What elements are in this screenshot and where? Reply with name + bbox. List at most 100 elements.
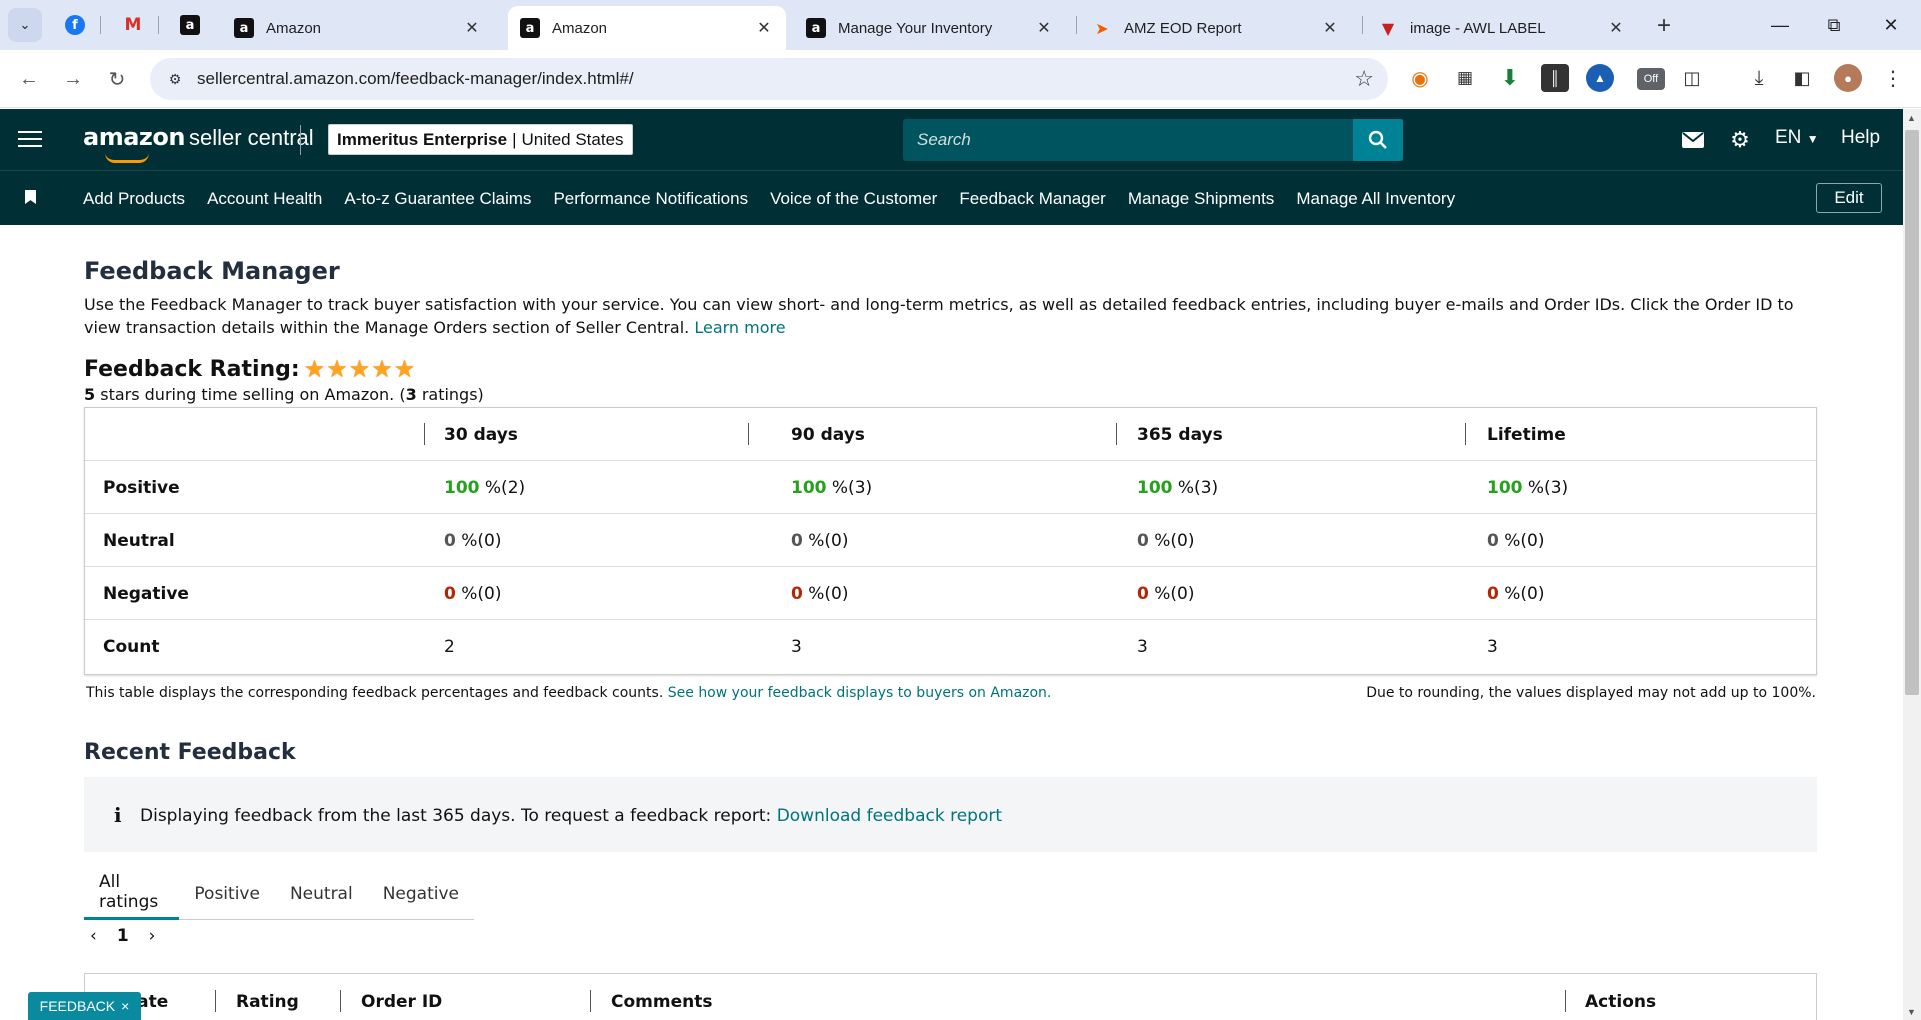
stars-description: 5 stars during time selling on Amazon. (… xyxy=(84,385,484,404)
metric-cell: 0 %(0) xyxy=(1137,514,1194,567)
tab-search-button[interactable]: ⌄ xyxy=(8,8,42,42)
tab-positive[interactable]: Positive xyxy=(179,867,275,920)
intro-text: Use the Feedback Manager to track buyer … xyxy=(84,293,1818,339)
logo-product: seller central xyxy=(188,125,314,150)
browser-tab-active[interactable]: a Amazon ✕ xyxy=(508,6,786,50)
nav-voice-of-customer[interactable]: Voice of the Customer xyxy=(770,189,937,209)
tab-negative[interactable]: Negative xyxy=(368,867,474,920)
browser-tab[interactable]: a Amazon ✕ xyxy=(222,6,494,50)
metrics-note-text: This table displays the corresponding fe… xyxy=(86,685,664,701)
nav-feedback-manager[interactable]: Feedback Manager xyxy=(959,189,1105,209)
metric-cell: 0 %(0) xyxy=(791,567,848,620)
tab-title: Amazon xyxy=(266,19,322,37)
account-switcher[interactable]: Immeritus Enterprise | United States xyxy=(328,124,633,155)
mail-icon[interactable] xyxy=(1680,127,1706,153)
close-icon[interactable]: ✕ xyxy=(462,18,482,38)
metric-pct: 100 xyxy=(1137,477,1173,498)
amazon-seller-central-logo[interactable]: amazon seller central xyxy=(83,123,314,163)
col-rating[interactable]: Rating xyxy=(236,992,299,1012)
profile-avatar[interactable]: ● xyxy=(1834,64,1862,92)
browser-tab[interactable]: a Manage Your Inventory ✕ xyxy=(794,6,1066,50)
forward-arrow-icon[interactable]: → xyxy=(58,64,88,94)
pinned-tab-amazon[interactable]: a xyxy=(177,12,203,38)
download-arrow-extension-icon[interactable]: ⬇ xyxy=(1496,64,1524,92)
scroll-up-arrow-icon[interactable]: ▲ xyxy=(1907,113,1916,123)
back-arrow-icon[interactable]: ← xyxy=(14,64,44,94)
bookmark-icon[interactable] xyxy=(25,190,36,204)
metric-cell: 0 %(0) xyxy=(1487,567,1544,620)
nav-account-health[interactable]: Account Health xyxy=(207,189,322,209)
browser-menu-icon[interactable]: ⋮ xyxy=(1879,64,1907,92)
settings-gear-icon[interactable]: ⚙ xyxy=(1727,127,1753,153)
close-icon[interactable]: ✕ xyxy=(1606,18,1626,38)
amazon-smile-icon xyxy=(105,153,149,163)
row-label: Neutral xyxy=(103,530,175,551)
chevron-down-icon: ⌄ xyxy=(19,17,31,32)
col-comments[interactable]: Comments xyxy=(611,992,712,1012)
pinned-tab-facebook[interactable]: f xyxy=(62,12,88,38)
site-info-icon[interactable]: ⚙ xyxy=(164,68,186,90)
col-actions[interactable]: Actions xyxy=(1585,992,1656,1012)
feedback-display-link[interactable]: See how your feedback displays to buyers… xyxy=(668,685,1052,701)
browser-toolbar: ← → ↻ ⚙ sellercentral.amazon.com/feedbac… xyxy=(0,50,1921,108)
feedback-widget-button[interactable]: FEEDBACK × xyxy=(28,992,141,1020)
info-icon: i xyxy=(114,803,122,827)
tab-neutral[interactable]: Neutral xyxy=(275,867,368,920)
search-button[interactable] xyxy=(1353,119,1403,161)
new-tab-button[interactable]: + xyxy=(1650,12,1678,40)
chevron-right-icon[interactable]: › xyxy=(149,926,156,946)
language-code: EN xyxy=(1775,127,1802,148)
puzzle-extensions-icon[interactable]: ◫ xyxy=(1678,64,1706,92)
rounding-note: Due to rounding, the values displayed ma… xyxy=(1366,685,1816,701)
side-panel-icon[interactable]: ◧ xyxy=(1788,64,1816,92)
hamburger-menu-icon[interactable] xyxy=(18,128,42,150)
help-link[interactable]: Help xyxy=(1841,127,1880,149)
metric-cell: 0 %(0) xyxy=(444,514,501,567)
page-number[interactable]: 1 xyxy=(117,926,129,946)
nav-links: Add Products Account Health A-to-z Guara… xyxy=(83,189,1455,209)
downloads-icon[interactable]: ⤓ xyxy=(1745,64,1773,92)
bookmark-star-icon[interactable]: ☆ xyxy=(1354,66,1374,92)
column-separator xyxy=(1116,423,1117,445)
chart-extension-icon[interactable]: ▲ xyxy=(1586,64,1614,92)
learn-more-link[interactable]: Learn more xyxy=(694,318,785,337)
nav-performance-notifications[interactable]: Performance Notifications xyxy=(553,189,748,209)
nav-manage-all-inventory[interactable]: Manage All Inventory xyxy=(1296,189,1455,209)
qr-code-icon[interactable]: ▦ xyxy=(1451,64,1479,92)
close-icon[interactable]: ✕ xyxy=(754,18,774,38)
search-icon xyxy=(1368,130,1387,149)
scrollbar-thumb[interactable] xyxy=(1905,130,1919,695)
red-v-icon: ▼ xyxy=(1381,18,1395,38)
address-bar[interactable]: ⚙ sellercentral.amazon.com/feedback-mana… xyxy=(150,58,1388,100)
close-icon[interactable]: × xyxy=(121,998,129,1014)
close-icon[interactable]: ✕ xyxy=(1320,18,1340,38)
columns-extension-icon[interactable]: ║ xyxy=(1541,64,1569,92)
nav-manage-shipments[interactable]: Manage Shipments xyxy=(1128,189,1274,209)
download-feedback-report-link[interactable]: Download feedback report xyxy=(777,806,1002,826)
col-order-id[interactable]: Order ID xyxy=(361,992,442,1012)
edit-nav-button[interactable]: Edit xyxy=(1816,183,1882,213)
scroll-down-arrow-icon[interactable]: ▼ xyxy=(1907,1007,1916,1017)
reload-icon[interactable]: ↻ xyxy=(102,64,132,94)
restore-button[interactable]: ⧉ xyxy=(1811,8,1857,42)
close-icon[interactable]: ✕ xyxy=(1034,18,1054,38)
metric-count: %(3) xyxy=(1527,477,1569,498)
chevron-left-icon[interactable]: ‹ xyxy=(90,926,97,946)
pinned-tab-gmail[interactable]: M xyxy=(120,12,146,38)
window-close-button[interactable]: ✕ xyxy=(1868,8,1914,42)
account-region: United States xyxy=(521,129,624,149)
browser-tab[interactable]: ➤ AMZ EOD Report ✕ xyxy=(1080,6,1352,50)
recent-feedback-title: Recent Feedback xyxy=(84,740,296,765)
minimize-button[interactable]: — xyxy=(1757,8,1803,42)
language-selector[interactable]: EN ▼ xyxy=(1775,127,1819,149)
search-input[interactable] xyxy=(903,119,1403,161)
nav-a-to-z-claims[interactable]: A-to-z Guarantee Claims xyxy=(344,189,531,209)
tab-all-ratings[interactable]: All ratings xyxy=(84,867,180,920)
browser-tab[interactable]: ▼ image - AWL LABEL ✕ xyxy=(1366,6,1638,50)
column-separator xyxy=(748,423,749,445)
firefox-like-extension-icon[interactable]: ◉ xyxy=(1406,64,1434,92)
nav-add-products[interactable]: Add Products xyxy=(83,189,185,209)
star-icon: ★ xyxy=(371,355,393,383)
metric-cell: 100 %(3) xyxy=(791,461,872,514)
extension-off-badge[interactable]: Off xyxy=(1637,68,1665,90)
